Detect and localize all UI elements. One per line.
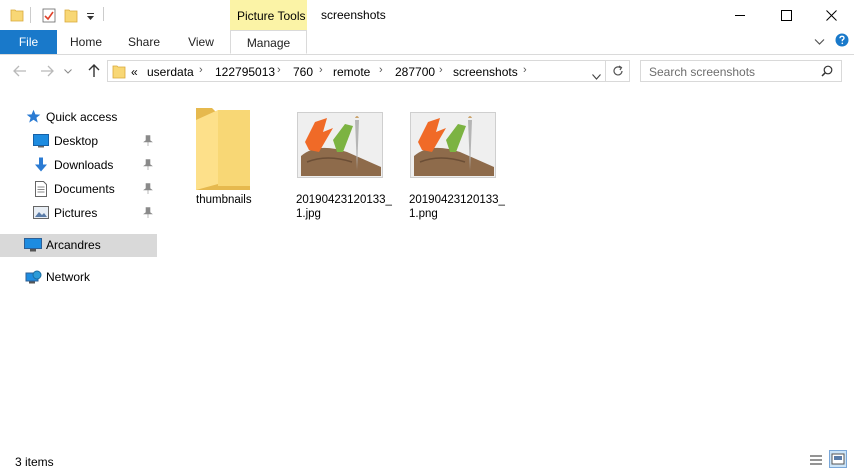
file-name-line-1: 20190423120133_ — [409, 194, 505, 206]
sidebar-item-pictures[interactable]: Pictures — [0, 202, 157, 224]
toolbar-divider — [103, 7, 104, 21]
tab-home[interactable]: Home — [60, 30, 112, 54]
refresh-button[interactable] — [606, 60, 630, 82]
folder-icon — [194, 104, 254, 193]
tab-file[interactable]: File — [0, 30, 57, 54]
forward-button[interactable] — [37, 61, 57, 81]
sidebar-item-network[interactable]: Network — [0, 266, 157, 288]
status-item-count: 3 items — [15, 455, 54, 469]
star-icon — [26, 109, 41, 127]
network-icon — [24, 269, 42, 288]
address-overflow[interactable]: « — [131, 65, 138, 79]
desktop-icon — [33, 134, 49, 151]
breadcrumb-userdata[interactable]: userdata — [147, 65, 194, 79]
properties-icon[interactable] — [42, 8, 56, 26]
file-name-line-2: 1.png — [409, 208, 438, 220]
folder-icon[interactable] — [10, 8, 24, 25]
picture-tools-tab-group: Picture Tools — [230, 0, 307, 31]
pin-icon — [143, 159, 153, 173]
recent-locations-chevron-icon[interactable] — [61, 61, 75, 81]
sidebar-item-quick-access[interactable]: Quick access — [0, 106, 157, 128]
expand-ribbon-chevron-icon[interactable] — [814, 35, 825, 49]
pin-icon — [143, 135, 153, 149]
sidebar-item-label: Arcandres — [46, 238, 101, 252]
help-icon[interactable] — [835, 33, 849, 50]
tab-share[interactable]: Share — [118, 30, 170, 54]
breadcrumb-chevron-icon[interactable]: › — [277, 64, 281, 76]
breadcrumb-chevron-icon[interactable]: › — [439, 64, 443, 76]
breadcrumb-chevron-icon[interactable]: › — [523, 64, 527, 76]
address-bar[interactable]: « userdata › 122795013 › 760 › remote › … — [107, 60, 606, 82]
pin-icon — [143, 183, 153, 197]
tab-view[interactable]: View — [175, 30, 227, 54]
search-input[interactable]: Search screenshots — [640, 60, 842, 82]
breadcrumb-122795013[interactable]: 122795013 — [215, 65, 275, 79]
pin-icon — [143, 207, 153, 221]
close-button[interactable] — [808, 0, 854, 30]
breadcrumb-chevron-icon[interactable]: › — [379, 64, 383, 76]
search-icon[interactable] — [821, 65, 833, 80]
sidebar-item-label: Documents — [54, 182, 115, 196]
picture-tools-label: Picture Tools — [237, 9, 306, 23]
sidebar-item-label: Pictures — [54, 206, 98, 220]
sidebar-item-this-pc[interactable]: Arcandres — [0, 234, 157, 257]
minimize-button[interactable] — [717, 0, 763, 30]
large-icons-view-icon[interactable] — [829, 450, 847, 468]
pictures-icon — [33, 206, 49, 222]
sidebar-item-label: Network — [46, 270, 91, 284]
file-name: thumbnails — [196, 194, 252, 206]
computer-icon — [24, 238, 42, 255]
breadcrumb-remote[interactable]: remote — [333, 65, 370, 79]
file-item-jpg[interactable]: 20190423120133_ 1.jpg — [292, 104, 402, 228]
file-name-line-1: 20190423120133_ — [296, 194, 392, 206]
title-bar: Picture Tools screenshots — [0, 0, 854, 31]
address-history-chevron-icon[interactable] — [592, 69, 601, 83]
sidebar-item-label: Desktop — [54, 134, 99, 148]
new-folder-icon[interactable] — [64, 8, 78, 26]
image-thumbnail — [410, 112, 496, 181]
sidebar-item-label: Downloads — [54, 158, 114, 172]
search-placeholder: Search screenshots — [649, 65, 756, 79]
up-button[interactable] — [84, 61, 104, 81]
file-name-line-2: 1.jpg — [296, 208, 321, 220]
customize-toolbar-chevron-icon[interactable] — [86, 10, 95, 24]
image-thumbnail — [297, 112, 383, 181]
download-arrow-icon — [34, 157, 48, 176]
back-button[interactable] — [10, 61, 30, 81]
toolbar-divider — [30, 7, 31, 23]
folder-icon — [112, 63, 126, 82]
sidebar-item-documents[interactable]: Documents — [0, 178, 157, 200]
details-view-icon[interactable] — [808, 452, 824, 471]
breadcrumb-screenshots[interactable]: screenshots — [453, 65, 518, 79]
sidebar-item-label: Quick access — [46, 110, 118, 124]
file-item-thumbnails[interactable]: thumbnails — [188, 104, 264, 226]
tab-manage[interactable]: Manage — [230, 30, 307, 54]
maximize-button[interactable] — [763, 0, 809, 30]
sidebar-item-downloads[interactable]: Downloads — [0, 154, 157, 176]
sidebar-item-desktop[interactable]: Desktop — [0, 130, 157, 152]
breadcrumb-287700[interactable]: 287700 — [395, 65, 435, 79]
document-icon — [35, 181, 47, 200]
ribbon-tab-bar: File Home Share View Manage — [0, 30, 854, 55]
breadcrumb-chevron-icon[interactable]: › — [319, 64, 323, 76]
breadcrumb-760[interactable]: 760 — [293, 65, 313, 79]
file-item-png[interactable]: 20190423120133_ 1.png — [405, 104, 515, 228]
window-title: screenshots — [321, 8, 386, 22]
breadcrumb-chevron-icon[interactable]: › — [199, 64, 203, 76]
